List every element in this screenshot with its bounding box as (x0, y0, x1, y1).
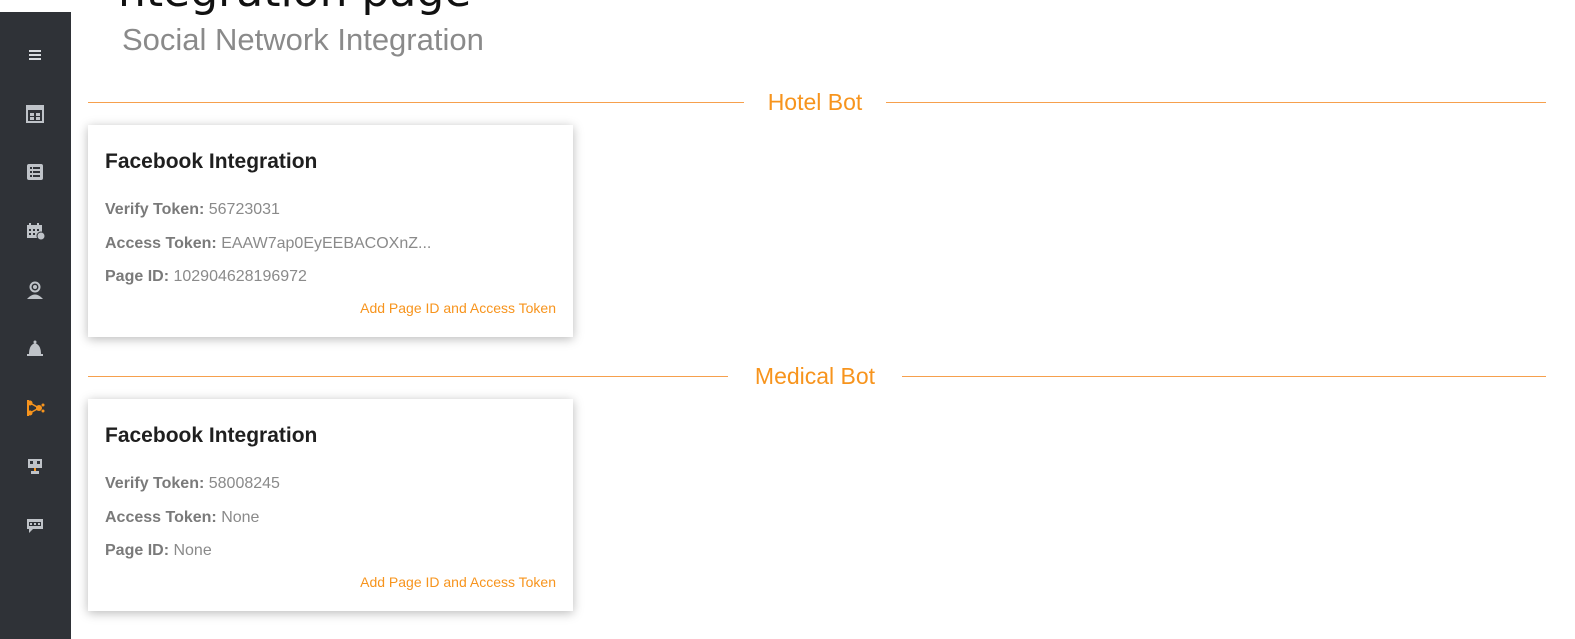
divider-line (88, 376, 728, 377)
page-id-value: 102904628196972 (173, 268, 307, 285)
calendar-icon[interactable] (24, 220, 46, 242)
page-id-label: Page ID: (105, 542, 170, 559)
agent-icon[interactable] (24, 279, 46, 301)
verify-token-value: 56723031 (208, 201, 280, 218)
app-root: ntegration page (0, 0, 1575, 639)
divider-line (886, 102, 1546, 103)
card-title: Facebook Integration (105, 424, 318, 447)
access-token-value: None (221, 509, 260, 526)
divider-line (88, 102, 744, 103)
facebook-integration-card-hotel-bot: Facebook Integration Verify Token: 56723… (88, 125, 573, 337)
verify-token-field: Verify Token: 56723031 (105, 201, 280, 219)
add-page-id-link[interactable]: Add Page ID and Access Token (360, 574, 556, 590)
verify-token-value: 58008245 (208, 475, 280, 492)
faq-icon[interactable] (24, 514, 46, 536)
facebook-integration-card-medical-bot: Facebook Integration Verify Token: 58008… (88, 399, 573, 611)
page-id-value: None (173, 542, 212, 559)
sidebar (0, 12, 71, 639)
page-id-field: Page ID: None (105, 542, 212, 560)
verify-token-label: Verify Token: (105, 201, 205, 218)
access-token-field: Access Token: None (105, 509, 259, 527)
training-icon[interactable] (24, 455, 46, 477)
access-token-field: Access Token: EAAW7ap0EyEEBACOXnZ... (105, 235, 431, 253)
bell-icon[interactable] (24, 338, 46, 360)
access-token-value: EAAW7ap0EyEEBACOXnZ... (221, 235, 432, 252)
section-divider-hotel-bot: Hotel Bot (88, 89, 1546, 115)
page-id-label: Page ID: (105, 268, 170, 285)
card-title: Facebook Integration (105, 150, 318, 173)
cropped-heading: ntegration page (118, 0, 471, 17)
menu-icon[interactable] (24, 44, 46, 66)
list-icon[interactable] (24, 161, 46, 183)
verify-token-label: Verify Token: (105, 475, 205, 492)
section-label: Medical Bot (754, 363, 876, 389)
access-token-label: Access Token: (105, 509, 217, 526)
page-id-field: Page ID: 102904628196972 (105, 268, 307, 286)
integration-icon[interactable] (24, 397, 46, 419)
verify-token-field: Verify Token: 58008245 (105, 475, 280, 493)
divider-line (902, 376, 1546, 377)
section-divider-medical-bot: Medical Bot (88, 363, 1546, 389)
page-title: Social Network Integration (122, 22, 484, 57)
access-token-label: Access Token: (105, 235, 217, 252)
section-label: Hotel Bot (767, 89, 863, 115)
add-page-id-link[interactable]: Add Page ID and Access Token (360, 300, 556, 316)
dashboard-icon[interactable] (24, 103, 46, 125)
